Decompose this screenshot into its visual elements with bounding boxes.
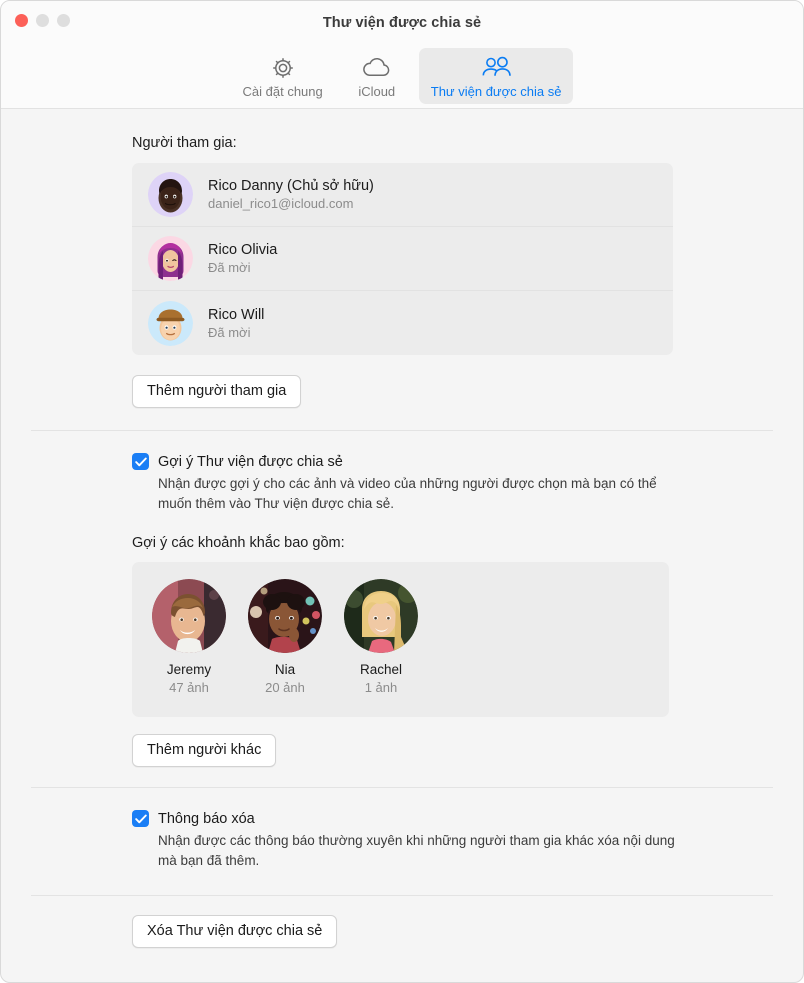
tab-shared-library-label: Thư viện được chia sẻ [430,84,562,99]
divider [31,894,773,896]
zoom-button[interactable] [57,14,70,27]
suggestions-setting: Gợi ý Thư viện được chia sẻ Nhận được gợ… [132,453,773,513]
person-count: 20 ảnh [265,680,305,696]
two-people-icon [479,54,513,82]
table-row[interactable]: Rico Olivia Đã mời [132,227,673,291]
person-name: Rachel [359,662,403,678]
people-suggestions-list: Jeremy 47 ảnh Nia 20 ảnh Rachel 1 ảnh [132,562,669,718]
participant-name: Rico Danny (Chủ sở hữu) [208,178,374,194]
title-bar: Thư viện được chia sẻ [1,1,803,45]
avatar [148,236,193,281]
tab-general[interactable]: Cài đặt chung [231,48,335,104]
participant-detail: Đã mời [208,324,251,340]
deletion-notifications-description: Nhận được các thông báo thường xuyên khi… [158,833,675,868]
minimize-button[interactable] [36,14,49,27]
deletion-notifications-label: Thông báo xóa [158,810,255,827]
divider [31,787,773,789]
participants-list: Rico Danny (Chủ sở hữu) daniel_rico1@icl… [132,163,673,355]
toolbar-tabs: Cài đặt chung iCloud Thư viện được chia … [1,45,803,109]
participant-name: Rico Will [208,306,265,323]
suggestions-checkbox[interactable] [132,453,149,471]
suggestions-description: Nhận được gợi ý cho các ảnh và video của… [158,476,657,511]
add-participant-button[interactable]: Thêm người tham gia [132,375,302,409]
participant-name: Rico Olivia [208,242,278,258]
participants-label: Người tham gia: [132,135,237,151]
suggestions-checkbox-label: Gợi ý Thư viện được chia sẻ [158,453,343,470]
person-photo-rachel [344,579,418,654]
avatar [148,300,193,346]
person-photo-jeremy [152,579,226,654]
table-row[interactable]: Rico Will Đã mời [132,291,673,355]
people-suggestions-label: Gợi ý các khoảnh khắc bao gồm: [132,535,345,552]
participant-detail: Đã mời [208,260,251,275]
tab-icloud-label: iCloud [358,84,396,99]
list-item[interactable]: Nia 20 ảnh [248,579,322,695]
preferences-content: Người tham gia: Rico Danny (Chủ sở hữu) … [1,109,803,948]
close-button[interactable] [15,14,28,27]
person-photo-nia [248,579,322,654]
list-item[interactable]: Rachel 1 ảnh [344,579,418,695]
participant-detail: daniel_rico1@icloud.com [208,196,354,211]
person-count: 1 ảnh [364,680,398,696]
table-row[interactable]: Rico Danny (Chủ sở hữu) daniel_rico1@icl… [132,163,673,227]
tab-icloud[interactable]: iCloud [341,48,413,104]
person-name: Jeremy [166,662,212,678]
tab-general-label: Cài đặt chung [242,84,323,99]
traffic-light-controls [15,14,70,27]
person-name: Nia [274,662,296,678]
avatar [148,172,193,217]
gear-icon [270,54,296,82]
add-other-people-button[interactable]: Thêm người khác [132,734,277,768]
deletion-notifications-setting: Thông báo xóa Nhận được các thông báo th… [132,810,773,870]
deletion-notifications-checkbox[interactable] [132,810,149,828]
tab-shared-library[interactable]: Thư viện được chia sẻ [418,48,574,104]
delete-shared-library-button[interactable]: Xóa Thư viện được chia sẻ [132,914,338,948]
preferences-window: Thư viện được chia sẻ Cài đặt chung iClo… [0,0,804,983]
person-count: 47 ảnh [169,680,209,696]
window-title: Thư viện được chia sẻ [322,15,482,31]
divider [31,430,773,432]
cloud-icon [362,54,392,82]
list-item[interactable]: Jeremy 47 ảnh [152,579,226,695]
